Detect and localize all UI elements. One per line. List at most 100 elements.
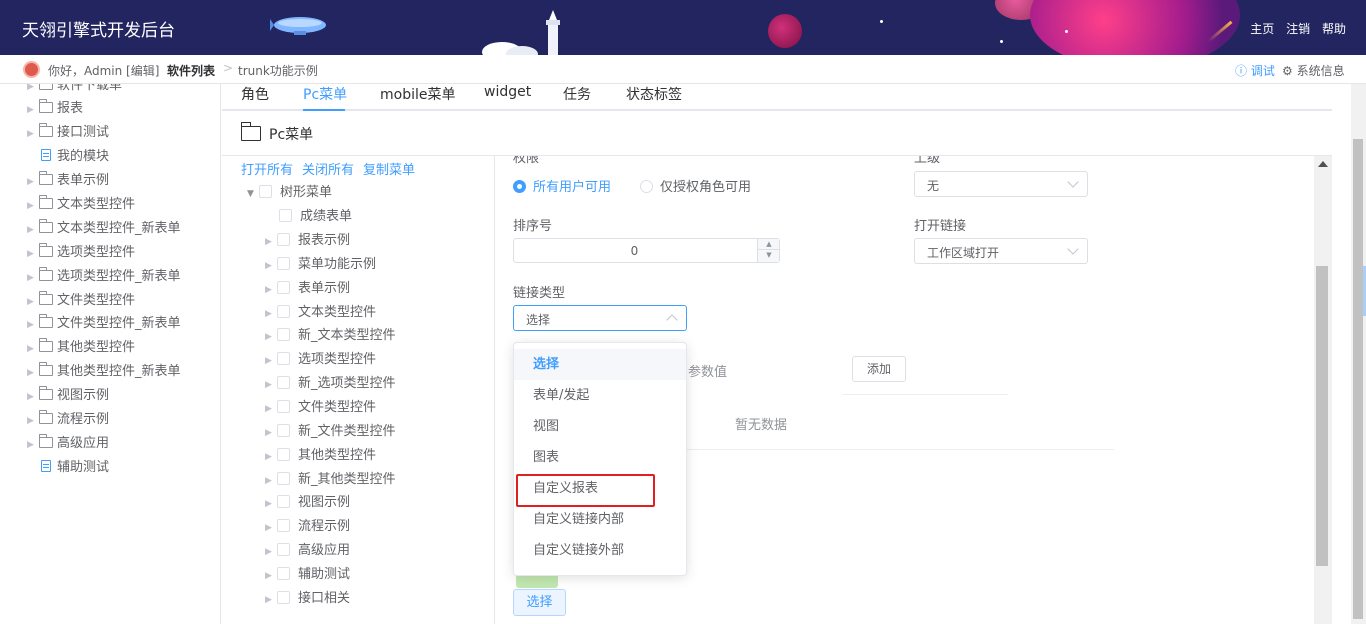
caret-right-icon[interactable]: ▶ xyxy=(265,404,277,414)
tree-checkbox[interactable] xyxy=(277,472,290,485)
radio-unchecked-icon[interactable] xyxy=(640,180,653,193)
tree-node[interactable]: ▶ 文件类型控件 xyxy=(265,396,376,416)
tree-checkbox[interactable] xyxy=(277,591,290,604)
sidebar-item[interactable]: ▶ 文本类型控件_新表单 xyxy=(27,217,181,237)
tab-mobile-menu[interactable]: mobile菜单 xyxy=(380,84,455,104)
radio-checked-icon[interactable] xyxy=(513,180,526,193)
tree-checkbox[interactable] xyxy=(277,519,290,532)
radio-authorized-roles[interactable]: 仅授权角色可用 xyxy=(640,176,751,195)
caret-right-icon[interactable]: ▶ xyxy=(27,344,39,354)
avatar[interactable] xyxy=(23,61,40,78)
link-type-select[interactable]: 选择 xyxy=(513,305,687,331)
tree-node[interactable]: 成绩表单 xyxy=(279,205,352,225)
sidebar-item[interactable]: ▶ 报表 xyxy=(27,97,83,117)
caret-right-icon[interactable]: ▶ xyxy=(265,356,277,366)
tree-node[interactable]: ▶ 菜单功能示例 xyxy=(265,253,376,273)
caret-right-icon[interactable]: ▶ xyxy=(265,571,277,581)
tree-checkbox[interactable] xyxy=(277,352,290,365)
tree-checkbox[interactable] xyxy=(277,543,290,556)
sidebar-item[interactable]: ▶ 表单示例 xyxy=(27,169,109,189)
tree-node[interactable]: ▶ 新_选项类型控件 xyxy=(265,372,396,392)
nav-help-link[interactable]: 帮助 xyxy=(1322,22,1346,36)
tree-checkbox[interactable] xyxy=(277,328,290,341)
caret-right-icon[interactable]: ▶ xyxy=(27,84,39,92)
sidebar-item[interactable]: ▶ 视图示例 xyxy=(27,384,109,404)
caret-right-icon[interactable]: ▶ xyxy=(265,237,277,247)
caret-right-icon[interactable]: ▶ xyxy=(265,332,277,342)
sidebar-item[interactable]: 辅助测试 xyxy=(27,456,109,476)
caret-right-icon[interactable]: ▶ xyxy=(27,129,39,139)
dropdown-option-form[interactable]: 表单/发起 xyxy=(514,380,686,411)
tab-role[interactable]: 角色 xyxy=(241,84,269,104)
caret-right-icon[interactable]: ▶ xyxy=(265,261,277,271)
scrollbar-thumb[interactable] xyxy=(1316,266,1328,566)
scrollbar-thumb[interactable] xyxy=(1353,139,1363,619)
nav-logout-link[interactable]: 注销 xyxy=(1286,22,1310,36)
system-info-link[interactable]: ⚙ 系统信息 xyxy=(1282,62,1345,79)
scroll-up-icon[interactable] xyxy=(1318,161,1328,167)
caret-down-icon[interactable]: ▼ xyxy=(247,189,259,199)
radio-all-users[interactable]: 所有用户可用 xyxy=(513,176,611,195)
sidebar-item[interactable]: ▶ 其他类型控件_新表单 xyxy=(27,360,181,380)
sidebar-item[interactable]: ▶ 其他类型控件 xyxy=(27,336,135,356)
caret-right-icon[interactable]: ▶ xyxy=(27,225,39,235)
parent-select[interactable]: 无 xyxy=(914,171,1088,197)
tree-checkbox[interactable] xyxy=(277,424,290,437)
tree-node[interactable]: ▶ 接口相关 xyxy=(265,587,350,607)
sidebar-item[interactable]: ▶ 文本类型控件 xyxy=(27,193,135,213)
tree-checkbox[interactable] xyxy=(277,233,290,246)
caret-right-icon[interactable]: ▶ xyxy=(265,547,277,557)
tree-checkbox[interactable] xyxy=(259,185,272,198)
caret-right-icon[interactable]: ▶ xyxy=(265,285,277,295)
tab-status-label[interactable]: 状态标签 xyxy=(626,84,682,104)
tree-checkbox[interactable] xyxy=(279,209,292,222)
tree-checkbox[interactable] xyxy=(277,257,290,270)
tree-node[interactable]: ▶ 选项类型控件 xyxy=(265,348,376,368)
tree-checkbox[interactable] xyxy=(277,305,290,318)
dropdown-option-custom-link-internal[interactable]: 自定义链接内部 xyxy=(514,504,686,535)
caret-right-icon[interactable]: ▶ xyxy=(27,177,39,187)
tree-node[interactable]: ▶ 流程示例 xyxy=(265,515,350,535)
dropdown-option-custom-link-external[interactable]: 自定义链接外部 xyxy=(514,535,686,566)
sidebar-item[interactable]: ▶ 软件下载单 xyxy=(27,84,122,94)
tab-pc-menu[interactable]: Pc菜单 xyxy=(303,84,347,104)
caret-right-icon[interactable]: ▶ xyxy=(27,392,39,402)
caret-right-icon[interactable]: ▶ xyxy=(265,523,277,533)
dropdown-option-view[interactable]: 视图 xyxy=(514,411,686,442)
caret-right-icon[interactable]: ▶ xyxy=(27,416,39,426)
debug-link[interactable]: ⓘ 调试 xyxy=(1235,62,1275,79)
form-scrollbar[interactable] xyxy=(1314,156,1332,624)
increment-icon[interactable]: ▲ xyxy=(758,239,780,250)
caret-right-icon[interactable]: ▶ xyxy=(27,368,39,378)
caret-right-icon[interactable]: ▶ xyxy=(27,105,39,115)
caret-right-icon[interactable]: ▶ xyxy=(27,273,39,283)
nav-home-link[interactable]: 主页 xyxy=(1250,22,1274,36)
sidebar-item[interactable]: 我的模块 xyxy=(27,145,109,165)
sidebar-item[interactable]: ▶ 文件类型控件 xyxy=(27,289,135,309)
tree-checkbox[interactable] xyxy=(277,281,290,294)
tree-node[interactable]: ▶ 文本类型控件 xyxy=(265,301,376,321)
tree-checkbox[interactable] xyxy=(277,400,290,413)
tab-widget[interactable]: widget xyxy=(484,84,531,100)
caret-right-icon[interactable]: ▶ xyxy=(265,380,277,390)
tree-checkbox[interactable] xyxy=(277,448,290,461)
tab-task[interactable]: 任务 xyxy=(563,84,591,104)
tree-node[interactable]: ▶ 报表示例 xyxy=(265,229,350,249)
user-greeting[interactable]: 你好，Admin [编辑] xyxy=(48,62,159,79)
tree-root[interactable]: ▼ 树形菜单 xyxy=(247,181,332,201)
collapse-all-link[interactable]: 关闭所有 xyxy=(302,163,354,178)
caret-right-icon[interactable]: ▶ xyxy=(27,201,39,211)
tree-checkbox[interactable] xyxy=(277,376,290,389)
tree-checkbox[interactable] xyxy=(277,495,290,508)
caret-right-icon[interactable]: ▶ xyxy=(265,595,277,605)
caret-right-icon[interactable]: ▶ xyxy=(265,499,277,509)
tree-checkbox[interactable] xyxy=(277,567,290,580)
breadcrumb-software-list[interactable]: 软件列表 xyxy=(167,62,215,79)
caret-right-icon[interactable]: ▶ xyxy=(27,249,39,259)
tree-node[interactable]: ▶ 辅助测试 xyxy=(265,563,350,583)
caret-right-icon[interactable]: ▶ xyxy=(265,309,277,319)
expand-all-link[interactable]: 打开所有 xyxy=(241,163,293,178)
sidebar-item[interactable]: ▶ 文件类型控件_新表单 xyxy=(27,312,181,332)
dropdown-option-select[interactable]: 选择 xyxy=(514,349,686,380)
tree-node[interactable]: ▶ 高级应用 xyxy=(265,539,350,559)
